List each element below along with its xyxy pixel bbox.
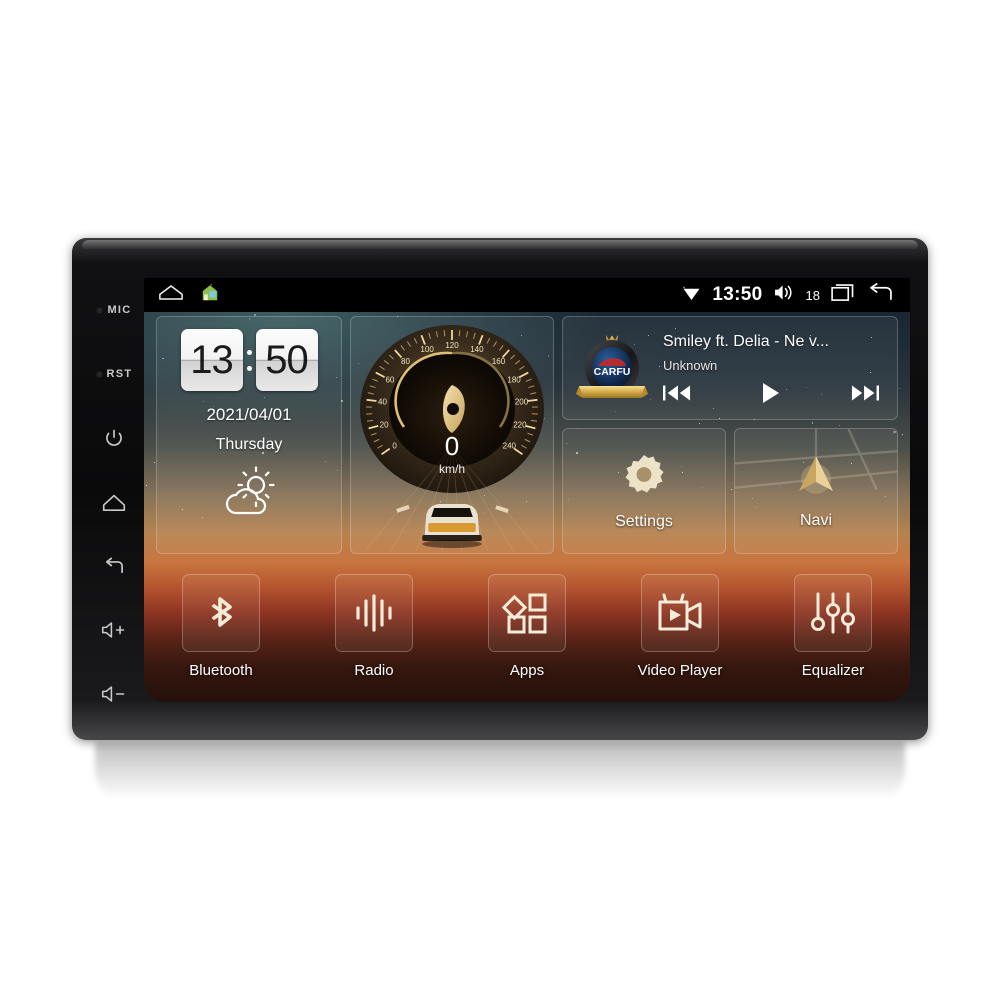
reset-key-label: RST — [106, 368, 133, 380]
device-reflection — [95, 742, 905, 800]
home-key[interactable] — [86, 470, 142, 534]
mic-key-label: MIC — [107, 304, 132, 316]
video-camera-icon — [658, 593, 702, 631]
app-dock: Bluetooth Radio Apps Video Player Equali… — [156, 562, 898, 702]
volume-up-key[interactable] — [86, 598, 142, 662]
dock-item-apps-label: Apps — [509, 662, 545, 679]
flip-clock: 13 50 — [180, 329, 318, 391]
gauge-tick-label: 140 — [470, 345, 484, 354]
date-label: 2021/04/01 — [206, 405, 292, 424]
album-art: CARFU — [575, 328, 649, 408]
tile-settings-label: Settings — [615, 512, 673, 530]
track-artist: Unknown — [663, 357, 718, 373]
gear-icon — [621, 452, 667, 503]
apps-grid-icon — [501, 593, 547, 634]
road-animation — [351, 445, 553, 553]
dock-item-radio[interactable]: Radio — [309, 574, 439, 679]
radio-waves-icon — [356, 594, 392, 632]
music-metadata: Smiley ft. Delia - Ne v... Unknown — [649, 333, 885, 404]
dock-item-bluetooth-label: Bluetooth — [189, 662, 253, 679]
home-outline-icon[interactable] — [158, 284, 184, 306]
transport-controls — [663, 382, 885, 404]
gauge-tick-label: 160 — [492, 357, 506, 366]
volume-down-icon — [101, 685, 127, 703]
shortcut-tiles: Settings Navi — [562, 428, 898, 554]
wifi-icon — [682, 285, 701, 306]
status-bar-clock: 13:50 — [712, 284, 763, 305]
clock-colon — [246, 349, 252, 371]
gauge-tick-label: 120 — [445, 341, 459, 350]
skip-next-icon[interactable] — [851, 384, 879, 402]
dock-item-apps[interactable]: Apps — [462, 574, 592, 679]
volume-down-key[interactable] — [86, 662, 142, 726]
gauge-tick-label: 200 — [515, 398, 529, 407]
gauge-tick-label: 60 — [385, 375, 394, 384]
tile-navi[interactable]: Navi — [734, 428, 898, 554]
hardware-key-column: MIC RST — [86, 252, 142, 726]
back-icon — [103, 557, 125, 575]
clock-weather-widget[interactable]: 13 50 2021/04/01 Thursday — [156, 316, 342, 554]
gauge-tick-label: 20 — [380, 421, 389, 430]
tile-settings[interactable]: Settings — [562, 428, 726, 554]
music-player-widget[interactable]: CARFU Smiley ft. Delia - Ne v... Unknown — [562, 316, 898, 420]
recents-icon[interactable] — [831, 283, 856, 307]
gauge-tick-label: 40 — [378, 398, 387, 407]
status-bar: 13:50 18 — [144, 278, 910, 312]
sun-behind-cloud-icon — [218, 466, 280, 522]
speaker-icon[interactable] — [774, 284, 795, 306]
speedometer-widget[interactable]: 0 20 40 60 80 100 120 140 160 180 200 220 240 0 km/h — [350, 316, 554, 554]
navigation-arrow-icon — [793, 453, 839, 502]
tile-navi-label: Navi — [799, 511, 832, 529]
radio-waves-icon-wrap — [335, 574, 413, 652]
status-bar-left — [144, 283, 220, 307]
reset-hole-icon — [95, 370, 103, 378]
weekday-label: Thursday — [215, 436, 283, 453]
equalizer-sliders-icon — [811, 592, 855, 634]
dock-item-bluetooth[interactable]: Bluetooth — [156, 574, 286, 679]
skip-previous-icon[interactable] — [663, 384, 691, 402]
gauge-tick-label: 80 — [401, 357, 410, 366]
track-title: Smiley ft. Delia - Ne v... — [663, 332, 829, 350]
volume-level: 18 — [805, 287, 820, 303]
gauge-tick-label: 220 — [513, 421, 527, 430]
widget-row: 13 50 2021/04/01 Thursday 0 20 40 60 80 … — [156, 316, 898, 554]
equalizer-sliders-icon-wrap — [794, 574, 872, 652]
dock-item-video-player[interactable]: Video Player — [615, 574, 745, 679]
car-illustration — [422, 504, 482, 548]
power-icon — [104, 428, 124, 448]
home-icon — [102, 493, 126, 512]
play-icon[interactable] — [761, 382, 781, 404]
clock-hours: 13 — [180, 329, 243, 391]
back-key[interactable] — [86, 534, 142, 598]
video-camera-icon-wrap — [641, 574, 719, 652]
dock-item-equalizer-label: Equalizer — [801, 662, 865, 679]
volume-up-icon — [101, 621, 127, 639]
right-widget-column: CARFU Smiley ft. Delia - Ne v... Unknown — [562, 316, 898, 554]
bluetooth-icon-wrap — [182, 574, 260, 652]
reset-key[interactable]: RST — [86, 342, 142, 406]
mic-key[interactable]: MIC — [86, 278, 142, 342]
touchscreen[interactable]: 13:50 18 13 50 2021/04/01 Thursday 0 20 … — [144, 278, 910, 702]
gauge-tick-label: 180 — [507, 375, 521, 384]
dock-item-radio-label: Radio — [354, 662, 394, 679]
clock-minutes: 50 — [255, 329, 318, 391]
dock-item-equalizer[interactable]: Equalizer — [768, 574, 898, 679]
apps-grid-icon-wrap — [488, 574, 566, 652]
house-color-icon[interactable] — [200, 283, 220, 307]
album-art-label: CARFU — [594, 366, 631, 378]
mic-hole-icon — [96, 306, 104, 314]
power-key[interactable] — [86, 406, 142, 470]
back-arrow-icon[interactable] — [867, 283, 894, 307]
bluetooth-icon — [212, 597, 232, 627]
car-head-unit-device: MIC RST 13:50 18 13 50 2021/04/01 Thursd… — [72, 238, 928, 740]
status-bar-right: 13:50 18 — [682, 283, 910, 307]
dock-item-video-player-label: Video Player — [637, 662, 723, 679]
gauge-tick-label: 100 — [420, 345, 434, 354]
